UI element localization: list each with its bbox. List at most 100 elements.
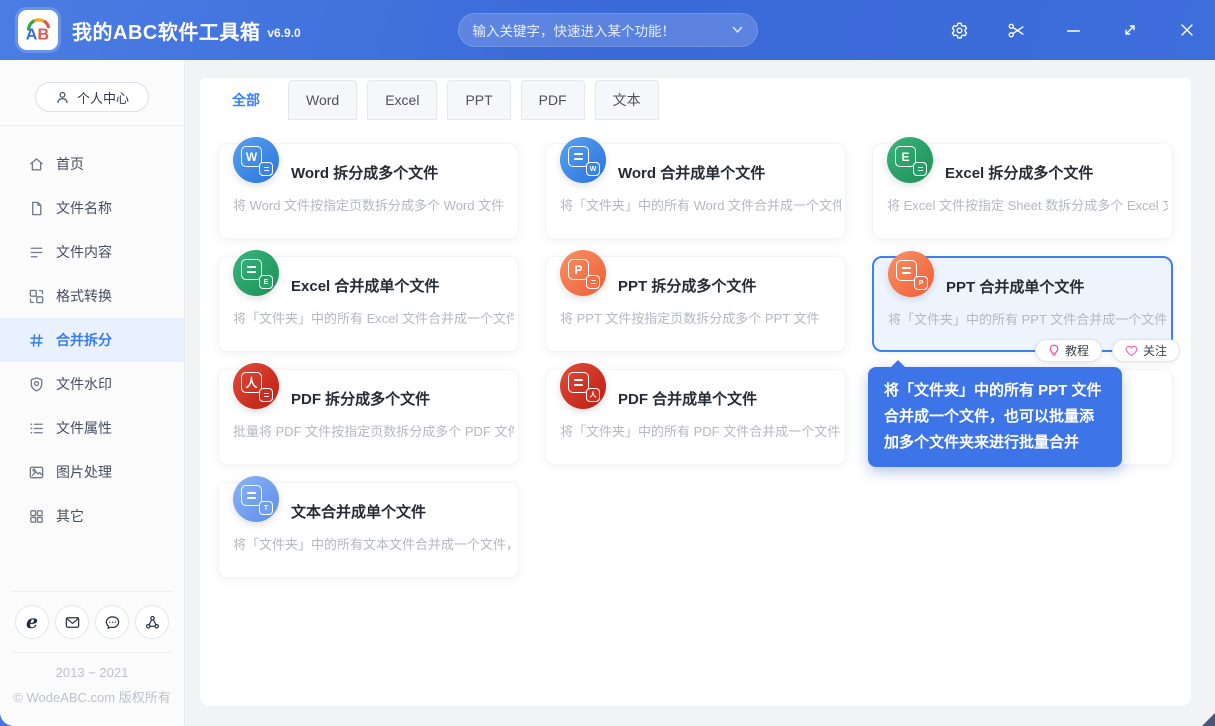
- divider: [12, 591, 172, 592]
- sidebar-item-label: 文件名称: [56, 200, 112, 216]
- main-area: 全部 Word Excel PPT PDF 文本 W Word 拆分成多个文件: [185, 60, 1215, 726]
- share-icon[interactable]: [135, 605, 169, 639]
- tool-card-word-merge[interactable]: W Word 合并成单个文件 将「文件夹」中的所有 Word 文件合并成一个文件…: [545, 137, 846, 239]
- tool-card-excel-split[interactable]: E Excel 拆分成多个文件 将 Excel 文件按指定 Sheet 数拆分成…: [872, 137, 1173, 239]
- tool-card-title: PPT 合并成单个文件: [946, 279, 1085, 296]
- tool-card-word-split[interactable]: W Word 拆分成多个文件 将 Word 文件按指定页数拆分成多个 Word …: [218, 137, 519, 239]
- tool-card-title: 文本合并成单个文件: [291, 504, 427, 521]
- resize-grip[interactable]: [1202, 713, 1215, 726]
- sidebar-footer: e 2013 ~ 2021 © WodeABC.com 版权所有: [0, 591, 184, 706]
- tool-card-desc: 将「文件夹」中的所有 PPT 文件合并成一个文件，也: [888, 312, 1167, 327]
- window-controls: [949, 0, 1205, 60]
- sidebar-item-label: 文件内容: [56, 244, 112, 260]
- tool-card-ppt-split[interactable]: P PPT 拆分成多个文件 将 PPT 文件按指定页数拆分成多个 PPT 文件: [545, 250, 846, 352]
- excel-split-icon: E: [887, 137, 933, 183]
- tooltip-text: 将「文件夹」中的所有 PPT 文件合并成一个文件，也可以批量添加多个文件夹来进行…: [884, 382, 1102, 451]
- content-panel: 全部 Word Excel PPT PDF 文本 W Word 拆分成多个文件: [200, 78, 1191, 706]
- chat-icon[interactable]: [95, 605, 129, 639]
- file-content-icon: [30, 247, 43, 257]
- copyright-years: 2013 ~ 2021: [55, 665, 129, 680]
- ppt-split-icon: P: [560, 250, 606, 296]
- format-convert-icon: [29, 289, 44, 303]
- sidebar-item-label: 其它: [56, 508, 84, 524]
- home-icon: [30, 157, 43, 170]
- sidebar: 个人中心 首页 文件名称 文件内容 格式转换 合并拆分 文件水印 文件属性 图片…: [0, 60, 185, 726]
- sidebar-item-label: 合并拆分: [56, 332, 112, 348]
- title-bar: A B 我的ABC软件工具箱 v6.9.0 输入关键字，快速进入某个功能！: [0, 0, 1215, 60]
- tool-card-title: PDF 拆分成多个文件: [291, 391, 431, 408]
- search-input[interactable]: 输入关键字，快速进入某个功能！: [457, 13, 758, 47]
- tool-card-desc: 批量将 PDF 文件按指定页数拆分成多个 PDF 文件: [233, 424, 514, 439]
- community-links: e: [0, 605, 184, 639]
- tool-grid: W Word 拆分成多个文件 将 Word 文件按指定页数拆分成多个 Word …: [200, 120, 1191, 578]
- divider: [12, 652, 172, 653]
- gear-icon[interactable]: [949, 20, 969, 40]
- tool-card-text-merge[interactable]: T 文本合并成单个文件 将「文件夹」中的所有文本文件合并成一个文件，也: [218, 476, 519, 578]
- sidebar-item-other[interactable]: 其它: [0, 494, 184, 538]
- tab-all[interactable]: 全部: [214, 80, 278, 120]
- pdf-merge-icon: 人: [560, 363, 606, 409]
- file-name-icon: [32, 201, 42, 215]
- sidebar-item-watermark[interactable]: 文件水印: [0, 362, 184, 406]
- close-icon[interactable]: [1177, 20, 1197, 40]
- sidebar-item-merge-split[interactable]: 合并拆分: [0, 318, 184, 362]
- copyright-text: © WodeABC.com 版权所有: [13, 690, 171, 705]
- sidebar-item-label: 文件属性: [56, 420, 112, 436]
- resize-icon[interactable]: [1120, 20, 1140, 40]
- tool-card-ppt-merge[interactable]: P PPT 合并成单个文件 将「文件夹」中的所有 PPT 文件合并成一个文件，也…: [868, 251, 1180, 467]
- grid-icon: [30, 509, 43, 523]
- app-window: A B 我的ABC软件工具箱 v6.9.0 输入关键字，快速进入某个功能！ 个人…: [0, 0, 1215, 726]
- excel-merge-icon: E: [233, 250, 279, 296]
- mail-icon[interactable]: [55, 605, 89, 639]
- watermark-icon: [30, 376, 43, 392]
- browser-icon[interactable]: e: [15, 605, 49, 639]
- file-properties-icon: [30, 422, 43, 434]
- tutorial-button[interactable]: 教程: [1034, 339, 1102, 362]
- profile-label: 个人中心: [76, 90, 129, 106]
- minimize-icon[interactable]: [1063, 20, 1083, 40]
- tab-excel[interactable]: Excel: [367, 80, 438, 120]
- sidebar-item-home[interactable]: 首页: [0, 142, 184, 186]
- sidebar-item-file-properties[interactable]: 文件属性: [0, 406, 184, 450]
- tool-card-pdf-merge[interactable]: 人 PDF 合并成单个文件 将「文件夹」中的所有 PDF 文件合并成一个文件，也: [545, 363, 846, 465]
- follow-button[interactable]: 关注: [1111, 339, 1180, 362]
- tool-card-title: Excel 拆分成多个文件: [945, 165, 1094, 182]
- chevron-down-icon: [732, 26, 742, 33]
- tool-card-title: PDF 合并成单个文件: [618, 391, 758, 408]
- sidebar-item-format-convert[interactable]: 格式转换: [0, 274, 184, 318]
- word-split-icon: W: [233, 137, 279, 183]
- image-process-icon: [29, 466, 44, 478]
- scissors-icon[interactable]: [1006, 20, 1026, 40]
- tool-card-desc: 将「文件夹」中的所有 Word 文件合并成一个文件，: [560, 198, 841, 213]
- tab-ppt[interactable]: PPT: [447, 80, 511, 120]
- tooltip: 将「文件夹」中的所有 PPT 文件合并成一个文件，也可以批量添加多个文件夹来进行…: [868, 360, 1122, 467]
- sidebar-item-file-content[interactable]: 文件内容: [0, 230, 184, 274]
- sidebar-item-file-name[interactable]: 文件名称: [0, 186, 184, 230]
- merge-split-icon: [30, 333, 43, 347]
- profile-button[interactable]: 个人中心: [35, 82, 149, 112]
- tool-card-pdf-split[interactable]: 人 PDF 拆分成多个文件 批量将 PDF 文件按指定页数拆分成多个 PDF 文…: [218, 363, 519, 465]
- app-title: 我的ABC软件工具箱: [72, 21, 261, 44]
- sidebar-item-label: 格式转换: [56, 288, 112, 304]
- sidebar-nav: 首页 文件名称 文件内容 格式转换 合并拆分 文件水印 文件属性 图片处理 其它: [0, 126, 184, 538]
- sidebar-item-image-process[interactable]: 图片处理: [0, 450, 184, 494]
- tab-text[interactable]: 文本: [594, 80, 659, 120]
- tool-card-title: PPT 拆分成多个文件: [618, 278, 757, 295]
- tab-word[interactable]: Word: [288, 80, 358, 120]
- word-merge-icon: W: [560, 137, 606, 183]
- tool-card-title: Word 拆分成多个文件: [291, 165, 439, 182]
- lightbulb-icon: [1049, 344, 1059, 356]
- ppt-merge-icon: P: [888, 251, 934, 297]
- tutorial-label: 教程: [1064, 344, 1089, 358]
- search-placeholder: 输入关键字，快速进入某个功能！: [472, 24, 676, 39]
- tool-card-desc: 将「文件夹」中的所有 Excel 文件合并成一个文件，: [233, 311, 514, 326]
- card-action-buttons: 教程 关注: [1034, 339, 1180, 362]
- tab-pdf[interactable]: PDF: [520, 80, 585, 120]
- svg-text:B: B: [38, 25, 50, 43]
- tool-card-desc: 将 Excel 文件按指定 Sheet 数拆分成多个 Excel 文件: [887, 198, 1168, 213]
- pdf-split-icon: 人: [233, 363, 279, 409]
- tool-card-excel-merge[interactable]: E Excel 合并成单个文件 将「文件夹」中的所有 Excel 文件合并成一个…: [218, 250, 519, 352]
- follow-label: 关注: [1142, 344, 1167, 358]
- svg-text:A: A: [26, 25, 38, 43]
- tool-card-title: Word 合并成单个文件: [618, 165, 766, 182]
